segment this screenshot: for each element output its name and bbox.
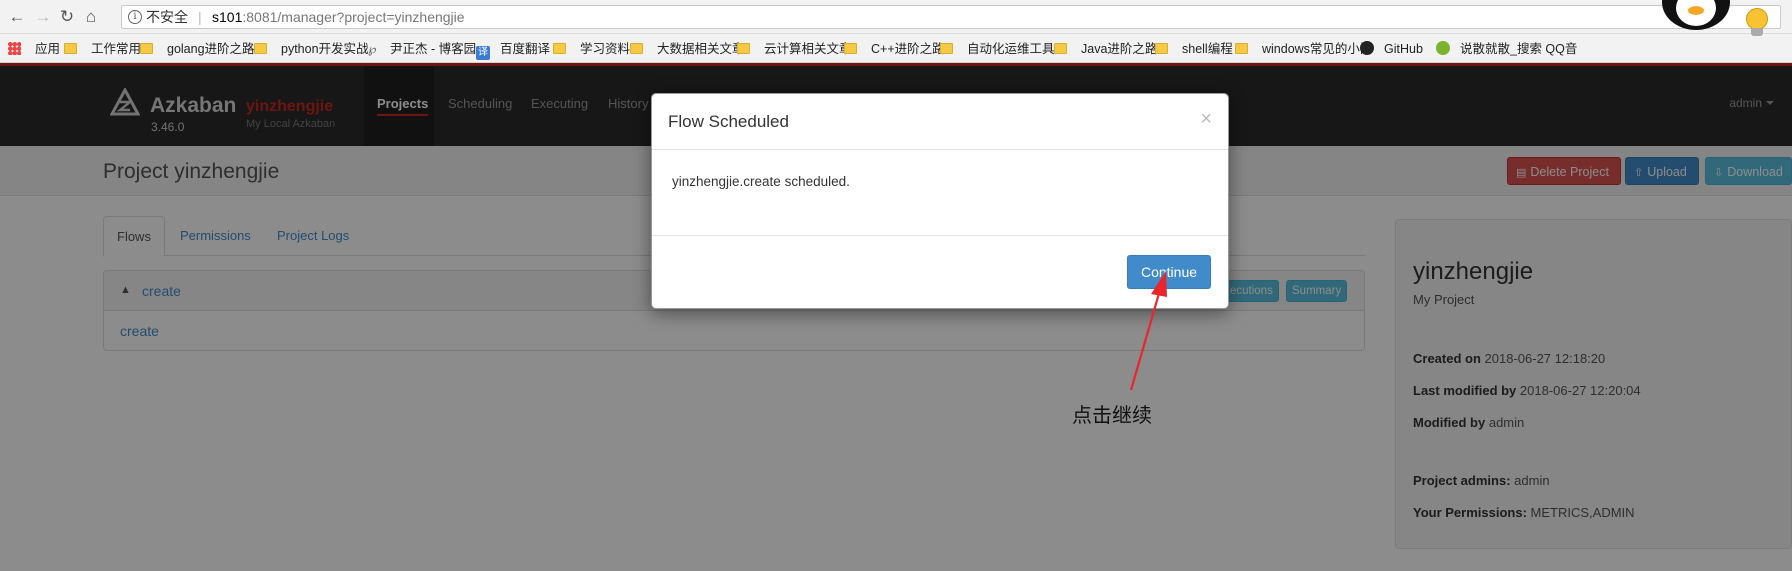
bookmark-folder[interactable]: 学习资料: [553, 41, 630, 57]
browser-toolbar: ← → ↻ ⌂ i 不安全 | s101:8081/manager?projec…: [0, 0, 1792, 34]
bookmark-folder[interactable]: python开发实战: [254, 41, 369, 57]
lightbulb-base: [1751, 28, 1763, 36]
bookmark-apps[interactable]: 应用: [8, 41, 60, 57]
folder-icon: [254, 43, 267, 54]
bookmark-folder[interactable]: 工作常用: [64, 41, 141, 57]
translate-icon: 译: [476, 46, 490, 60]
folder-icon: [630, 43, 643, 54]
insecure-label: 不安全: [146, 9, 188, 25]
url-text[interactable]: s101:8081/manager?project=yinzhengjie: [212, 6, 465, 28]
address-bar[interactable]: i 不安全 | s101:8081/manager?project=yinzhe…: [121, 5, 1781, 29]
bookmark-folder[interactable]: Java进阶之路: [1054, 41, 1157, 57]
bookmark-blog[interactable]: ℘ 尹正杰 - 博客园: [368, 41, 476, 57]
modal-title: Flow Scheduled: [668, 112, 789, 131]
back-icon[interactable]: ←: [6, 6, 28, 28]
bookmark-folder[interactable]: C++进阶之路: [844, 41, 945, 57]
github-icon: [1360, 41, 1374, 55]
close-icon[interactable]: ×: [1200, 108, 1212, 131]
bookmark-folder[interactable]: shell编程: [1155, 41, 1233, 57]
bookmark-search[interactable]: 说散就散_搜索 QQ音: [1436, 41, 1577, 57]
home-icon[interactable]: ⌂: [80, 6, 102, 28]
folder-icon: [844, 43, 857, 54]
bookmarks-bar: 应用 工作常用 golang进阶之路 python开发实战 ℘ 尹正杰 - 博客园…: [0, 34, 1792, 63]
lightbulb-icon: [1746, 8, 1768, 30]
flow-scheduled-modal: Flow Scheduled × yinzhengjie.create sche…: [651, 93, 1229, 309]
search-icon: [1436, 41, 1450, 55]
folder-icon: [1054, 43, 1067, 54]
bookmark-folder[interactable]: 云计算相关文章: [737, 41, 852, 57]
folder-icon: [940, 43, 953, 54]
folder-icon: [1235, 43, 1248, 54]
folder-icon: [553, 43, 566, 54]
continue-button[interactable]: Continue: [1127, 255, 1211, 289]
folder-icon: [140, 43, 153, 54]
apps-icon: [8, 42, 21, 55]
qq-penguin-icon: [1662, 0, 1730, 30]
modal-header: Flow Scheduled ×: [652, 94, 1228, 150]
bookmark-folder[interactable]: golang进阶之路: [140, 41, 255, 57]
folder-icon: [1155, 43, 1168, 54]
annotation-text: 点击继续: [1072, 403, 1152, 427]
folder-icon: [737, 43, 750, 54]
bookmark-github[interactable]: GitHub: [1360, 41, 1423, 57]
info-icon[interactable]: i: [128, 10, 142, 24]
folder-icon: [64, 43, 77, 54]
bookmark-folder[interactable]: windows常见的小问: [1235, 41, 1372, 57]
modal-message: yinzhengjie.create scheduled.: [672, 174, 850, 189]
address-separator: |: [198, 9, 202, 25]
forward-icon[interactable]: →: [32, 6, 54, 28]
blog-icon: ℘: [368, 42, 377, 56]
bookmark-folder[interactable]: 自动化运维工具: [940, 41, 1055, 57]
reload-icon[interactable]: ↻: [56, 6, 78, 28]
bookmark-translate[interactable]: 译百度翻译: [476, 41, 550, 60]
bookmark-folder[interactable]: 大数据相关文章: [630, 41, 745, 57]
